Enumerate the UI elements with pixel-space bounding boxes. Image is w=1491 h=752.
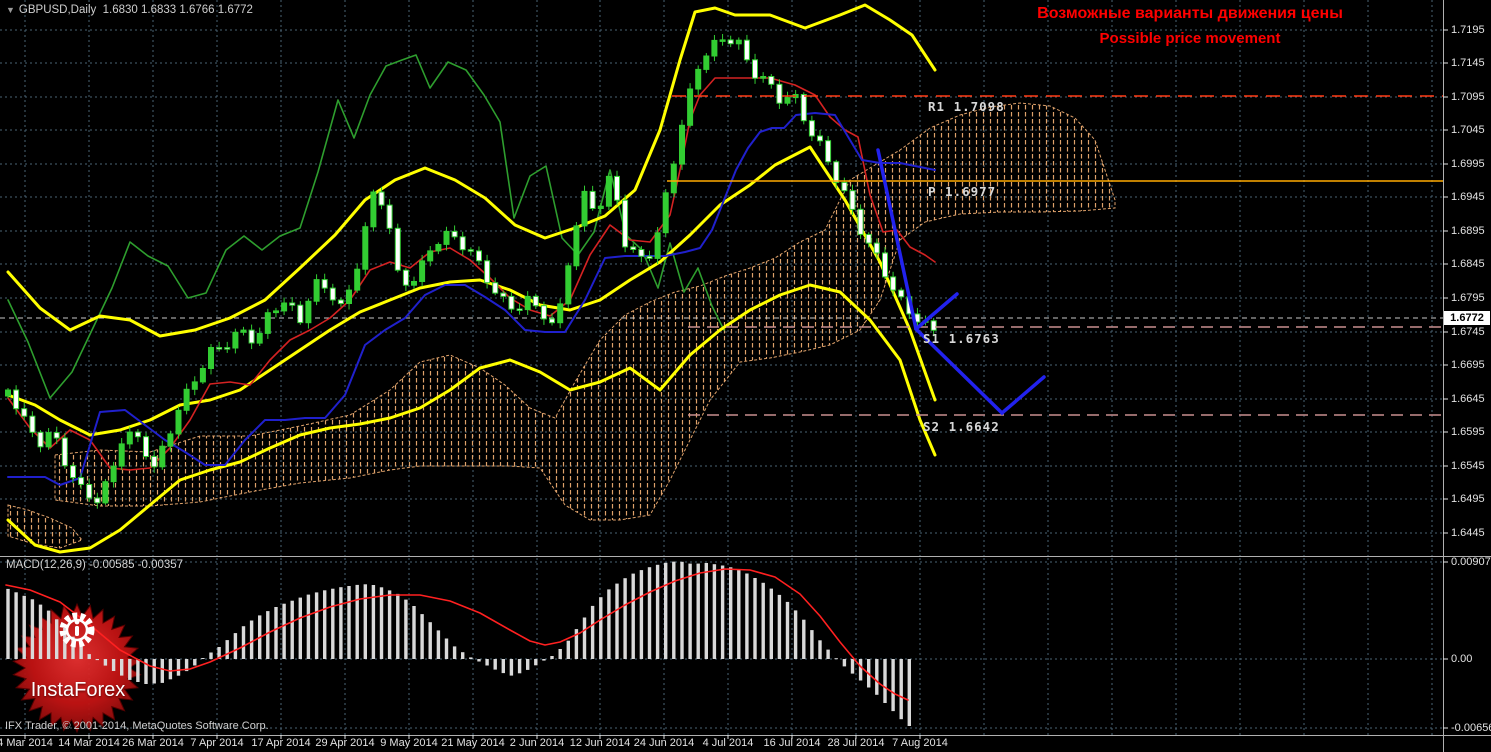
price-axis-tick: 1.6645 bbox=[1451, 393, 1485, 405]
price-axis-tick: 1.6995 bbox=[1451, 158, 1485, 170]
r1-level-label: R1 1.7098 bbox=[928, 99, 1005, 114]
annotation-title-english: Possible price movement bbox=[1099, 30, 1281, 47]
s2-level-label: S2 1.6642 bbox=[923, 419, 1000, 434]
date-axis-tick: 17 Apr 2014 bbox=[251, 737, 311, 749]
date-axis-tick: 28 Jul 2014 bbox=[827, 737, 885, 749]
s1-level-label: S1 1.6763 bbox=[923, 331, 1000, 346]
macd-indicator-label: MACD(12,26,9) -0.00585 -0.00357 bbox=[6, 559, 184, 571]
symbol-dropdown-icon[interactable]: ▼ bbox=[6, 5, 15, 15]
instaforex-logo-text: InstaForex bbox=[30, 679, 126, 701]
price-axis-tick: 1.6495 bbox=[1451, 493, 1485, 505]
ohlc-values: 1.6830 1.6833 1.6766 1.6772 bbox=[102, 4, 253, 16]
date-axis-tick: 21 May 2014 bbox=[441, 737, 505, 749]
price-axis-tick: 1.7045 bbox=[1451, 124, 1485, 136]
price-axis-tick: 1.7095 bbox=[1451, 91, 1485, 103]
annotation-title-russian: Возможные варианты движения цены bbox=[1037, 5, 1343, 22]
copyright-text: IFX Trader, © 2001-2014, MetaQuotes Soft… bbox=[5, 720, 269, 732]
date-axis-tick: 24 Jun 2014 bbox=[633, 737, 695, 749]
price-axis-tick: 1.6895 bbox=[1451, 225, 1485, 237]
date-axis-tick: 14 Mar 2014 bbox=[58, 737, 120, 749]
chart-canvas bbox=[0, 0, 1491, 752]
date-axis-tick: 26 Mar 2014 bbox=[122, 737, 184, 749]
trading-chart-window: ▼ GBPUSD,Daily 1.6830 1.6833 1.6766 1.677… bbox=[0, 0, 1491, 752]
price-axis-tick: -0.00656 bbox=[1451, 722, 1491, 734]
date-axis-tick: 7 Aug 2014 bbox=[892, 737, 948, 749]
price-axis-tick: 1.7195 bbox=[1451, 24, 1485, 36]
price-axis-tick: 1.6795 bbox=[1451, 292, 1485, 304]
current-price-tag: 1.6772 bbox=[1444, 311, 1490, 325]
price-axis-tick: 1.6845 bbox=[1451, 258, 1485, 270]
price-axis-tick: 1.6595 bbox=[1451, 426, 1485, 438]
price-axis-tick: 1.6745 bbox=[1451, 326, 1485, 338]
price-axis-tick: 1.7145 bbox=[1451, 57, 1485, 69]
date-axis-tick: 16 Jul 2014 bbox=[763, 737, 821, 749]
date-axis-tick: 12 Jun 2014 bbox=[569, 737, 631, 749]
price-axis-tick: 1.6445 bbox=[1451, 527, 1485, 539]
date-axis-tick: 9 May 2014 bbox=[380, 737, 438, 749]
date-axis-tick: 7 Apr 2014 bbox=[190, 737, 244, 749]
date-axis-tick: 29 Apr 2014 bbox=[315, 737, 375, 749]
price-axis-tick: 1.6545 bbox=[1451, 460, 1485, 472]
date-axis-tick: 4 Mar 2014 bbox=[0, 737, 53, 749]
symbol-period-label: GBPUSD,Daily bbox=[18, 4, 97, 16]
price-axis-tick: 1.6945 bbox=[1451, 191, 1485, 203]
price-axis-tick: 0.00907 bbox=[1451, 556, 1491, 568]
price-axis-tick: 0.00 bbox=[1451, 653, 1473, 665]
price-axis-tick: 1.6695 bbox=[1451, 359, 1485, 371]
pivot-level-label: P 1.6977 bbox=[928, 184, 997, 199]
date-axis-tick: 2 Jun 2014 bbox=[509, 737, 565, 749]
date-axis-tick: 4 Jul 2014 bbox=[702, 737, 754, 749]
chart-title[interactable]: ▼ GBPUSD,Daily 1.6830 1.6833 1.6766 1.677… bbox=[6, 4, 253, 16]
